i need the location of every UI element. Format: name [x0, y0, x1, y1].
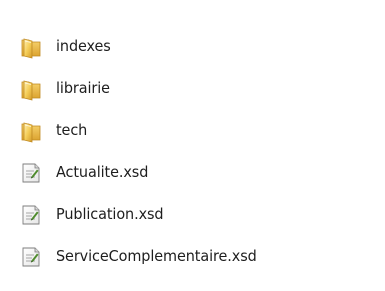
file-list: indexes librairie tech Actualite.xsd Pub… [20, 26, 370, 278]
xsd-file-icon [22, 205, 40, 225]
folder-item-indexes[interactable]: indexes [20, 26, 370, 68]
item-name: Actualite.xsd [56, 163, 149, 182]
file-item-actualite-xsd[interactable]: Actualite.xsd [20, 152, 370, 194]
item-name: librairie [56, 79, 110, 98]
folder-item-librairie[interactable]: librairie [20, 68, 370, 110]
folder-icon [21, 38, 41, 59]
file-item-servicecomplementaire-xsd[interactable]: ServiceComplementaire.xsd [20, 236, 370, 278]
xsd-file-icon [22, 163, 40, 183]
folder-icon [21, 122, 41, 143]
folder-item-tech[interactable]: tech [20, 110, 370, 152]
item-name: ServiceComplementaire.xsd [56, 247, 257, 266]
item-name: tech [56, 121, 88, 140]
folder-icon [21, 80, 41, 101]
item-name: Publication.xsd [56, 205, 164, 224]
xsd-file-icon [22, 247, 40, 267]
file-item-publication-xsd[interactable]: Publication.xsd [20, 194, 370, 236]
item-name: indexes [56, 37, 111, 56]
